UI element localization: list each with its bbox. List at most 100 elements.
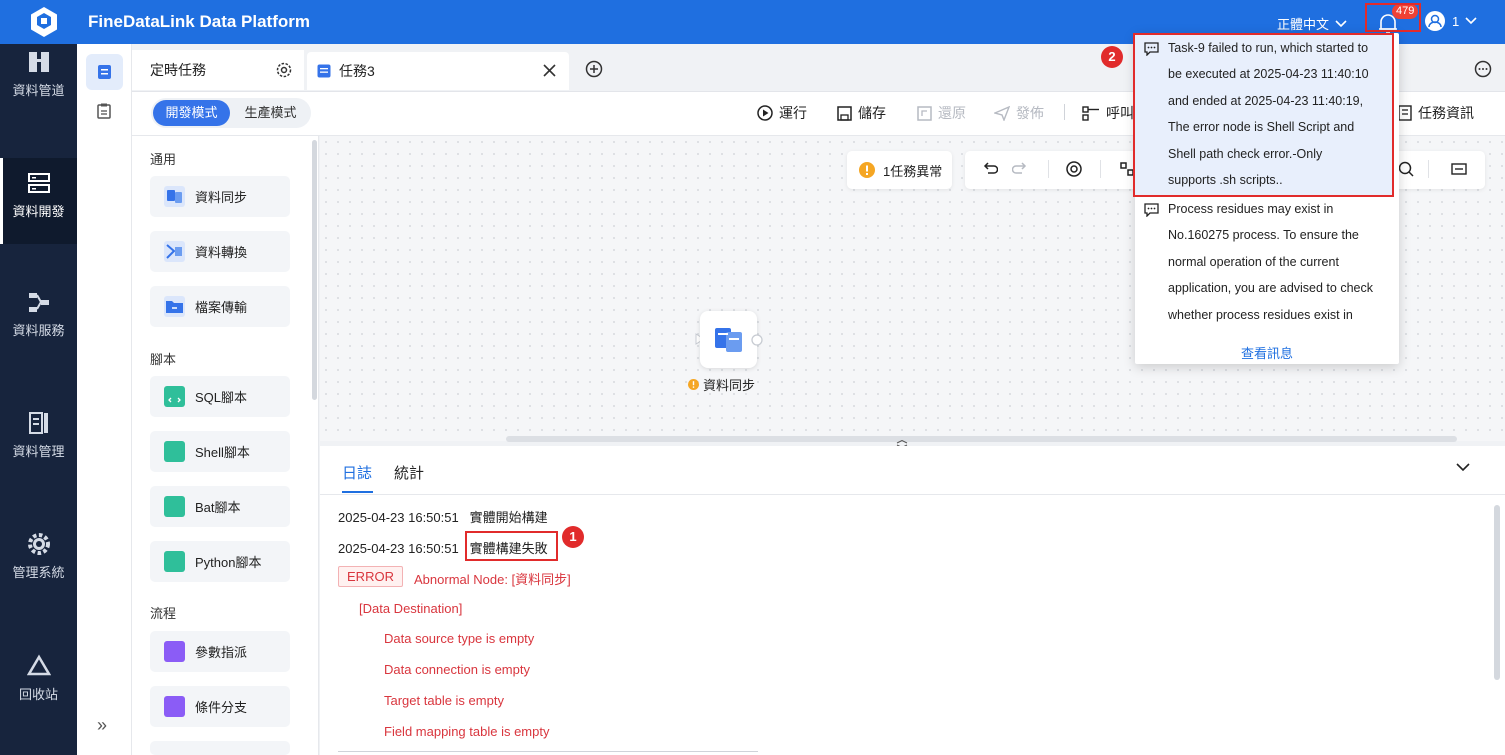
- node-output-port[interactable]: [751, 334, 763, 346]
- panel-scrollbar[interactable]: [312, 140, 317, 400]
- component-label: Bat腳本: [195, 500, 241, 515]
- component-data-sync[interactable]: 資料同步: [150, 176, 290, 217]
- message-icon: [1144, 203, 1159, 217]
- error-detail: Field mapping table is empty: [384, 724, 550, 739]
- language-label: 正體中文: [1277, 17, 1330, 32]
- data-service-icon: [0, 290, 77, 314]
- component-param-assign[interactable]: 參數指派: [150, 631, 290, 672]
- log-time: 2025-04-23 16:50:51: [338, 541, 459, 556]
- component-python-script[interactable]: Python腳本: [150, 541, 290, 582]
- canvas-scrollbar[interactable]: [506, 436, 1457, 442]
- notification-line: application, you are advised to check: [1168, 281, 1373, 296]
- component-sql-script[interactable]: SQL腳本: [150, 376, 290, 417]
- secondary-rail: [77, 44, 132, 755]
- error-detail: Data connection is empty: [384, 662, 530, 677]
- component-label: Shell腳本: [195, 445, 250, 460]
- restore-icon: [917, 105, 932, 121]
- nav-label: 資料管理: [12, 444, 65, 459]
- sql-icon: [164, 386, 185, 407]
- abnormal-node-text: Abnormal Node: [資料同步]: [414, 572, 571, 587]
- active-tab-indicator: [342, 491, 373, 493]
- divider: [1048, 160, 1049, 178]
- nav-item-data-service[interactable]: 資料服務: [0, 290, 77, 360]
- task-exception-indicator[interactable]: 1任務異常: [847, 151, 952, 189]
- task-info-button[interactable]: 任務資訊: [1398, 103, 1474, 123]
- run-button[interactable]: 運行: [757, 103, 807, 123]
- settings-icon[interactable]: [275, 61, 293, 79]
- component-shell-script[interactable]: Shell腳本: [150, 431, 290, 472]
- call-label: 呼叫: [1106, 105, 1134, 121]
- nav-item-data-pipeline[interactable]: 資料管道: [0, 50, 77, 120]
- component-partial[interactable]: [150, 741, 290, 755]
- log-time: 2025-04-23 16:50:51: [338, 510, 459, 525]
- save-button[interactable]: 儲存: [837, 103, 886, 123]
- component-label: 條件分支: [195, 700, 248, 715]
- destination-text: [Data Destination]: [359, 601, 463, 616]
- notification-text[interactable]: Process residues may exist in No.160275 …: [1168, 196, 1393, 339]
- data-transform-icon: [164, 241, 185, 262]
- document-icon: [1398, 105, 1412, 121]
- restore-label: 還原: [938, 105, 966, 121]
- log-line: 2025-04-23 16:50:51 實體開始構建: [338, 507, 548, 526]
- nav-item-admin-system[interactable]: 管理系統: [0, 532, 77, 602]
- language-selector[interactable]: 正體中文: [1277, 14, 1347, 33]
- error-detail: Target table is empty: [384, 693, 504, 708]
- avatar-icon: [1424, 10, 1446, 32]
- more-options-icon[interactable]: [1474, 60, 1492, 78]
- search-icon[interactable]: [1398, 161, 1414, 177]
- component-label: 資料同步: [195, 190, 248, 205]
- redo-icon[interactable]: [1012, 161, 1028, 177]
- tab-task3[interactable]: 任務3: [307, 52, 569, 90]
- tab-stats[interactable]: 統計: [394, 462, 424, 483]
- left-nav: [0, 44, 77, 755]
- component-data-transform[interactable]: 資料轉換: [150, 231, 290, 272]
- error-detail: Data source type is empty: [384, 631, 535, 646]
- tab-log[interactable]: 日誌: [342, 462, 372, 483]
- task-icon: [317, 64, 331, 78]
- call-button[interactable]: 呼叫: [1082, 103, 1134, 123]
- expand-rail-button[interactable]: »: [97, 715, 107, 736]
- highlight-box-bell: [1365, 3, 1421, 32]
- grid-icon[interactable]: [1120, 162, 1134, 176]
- format-icon[interactable]: [1066, 161, 1082, 177]
- rail-clipboard-icon[interactable]: [97, 103, 111, 119]
- dev-mode-button[interactable]: 開發模式: [153, 100, 230, 126]
- log-message: 實體開始構建: [469, 510, 548, 525]
- undo-icon[interactable]: [982, 161, 998, 177]
- nav-item-data-development[interactable]: 資料開發: [0, 158, 77, 244]
- highlight-box-notification: [1133, 33, 1394, 197]
- param-assign-icon: [164, 641, 185, 662]
- flow-icon: [1082, 105, 1100, 121]
- app-title: FineDataLink Data Platform: [88, 12, 310, 31]
- data-sync-node[interactable]: [700, 311, 757, 368]
- section-general: 通用: [150, 152, 177, 167]
- prod-mode-button[interactable]: 生產模式: [232, 100, 309, 126]
- branch-icon: [164, 696, 185, 717]
- component-label: Python腳本: [195, 555, 262, 570]
- rail-task-icon[interactable]: [86, 54, 123, 90]
- notification-line: normal operation of the current: [1168, 254, 1339, 269]
- component-condition-branch[interactable]: 條件分支: [150, 686, 290, 727]
- nav-label: 回收站: [18, 687, 58, 702]
- tab-label: 定時任務: [150, 62, 206, 78]
- restore-button[interactable]: 還原: [917, 103, 966, 123]
- component-file-transfer[interactable]: 檔案傳輸: [150, 286, 290, 327]
- collapse-chevron-icon[interactable]: [1456, 463, 1470, 472]
- publish-button[interactable]: 發佈: [994, 103, 1044, 123]
- task-exception-label: 1任務異常: [883, 163, 943, 179]
- nav-item-recycle-bin[interactable]: 回收站: [0, 654, 77, 724]
- tab-scheduled-tasks[interactable]: 定時任務: [132, 50, 304, 90]
- nav-item-data-management[interactable]: 資料管理: [0, 411, 77, 481]
- user-menu[interactable]: 1: [1424, 10, 1477, 32]
- data-dev-icon: [0, 171, 77, 195]
- add-tab-icon[interactable]: [585, 60, 603, 78]
- view-messages-link[interactable]: 查看訊息: [1135, 343, 1399, 362]
- callout-number: 1: [562, 526, 584, 548]
- tab-label: 任務3: [339, 63, 375, 79]
- component-label: 參數指派: [195, 645, 248, 660]
- minimap-icon[interactable]: [1451, 163, 1467, 175]
- close-icon[interactable]: [543, 64, 556, 77]
- component-bat-script[interactable]: Bat腳本: [150, 486, 290, 527]
- log-scrollbar[interactable]: [1494, 505, 1500, 680]
- callout-number: 2: [1101, 46, 1123, 68]
